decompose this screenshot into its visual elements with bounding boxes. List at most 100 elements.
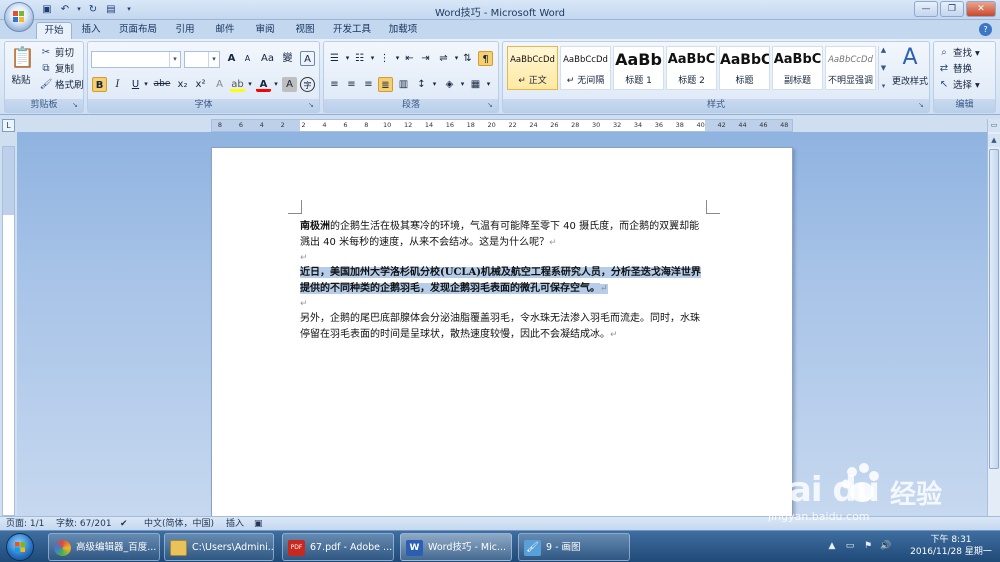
minimize-button[interactable]: — [914,1,938,17]
help-icon[interactable]: ? [979,23,992,36]
vertical-ruler[interactable] [2,146,15,516]
superscript-button[interactable]: x² [192,77,209,92]
tab-mailings[interactable]: 邮件 [210,22,240,39]
tab-developer[interactable]: 开发工具 [328,22,376,39]
close-button[interactable]: ✕ [966,1,996,17]
highlight-dropdown[interactable]: ▾ [246,77,254,92]
office-button[interactable] [4,2,34,32]
replace-button[interactable]: ⇄ 替换 [937,61,972,76]
view-ruler-icon[interactable]: ▭ [988,119,1000,132]
tab-page-layout[interactable]: 页面布局 [114,22,162,39]
start-button[interactable] [6,533,34,561]
sort-button[interactable]: ⇅ [460,51,475,66]
change-case-button[interactable]: Aa [260,51,275,66]
subscript-button[interactable]: x₂ [174,77,191,92]
document-page[interactable]: 南极洲的企鹅生活在极其寒冷的环境，气温有可能降至零下 40 摄氏度，而企鹅的双翼… [211,147,793,517]
tab-selector-icon[interactable]: L [2,119,15,132]
font-color-button[interactable]: A [256,77,271,92]
cut-button[interactable]: ✂ 剪切 [39,45,74,60]
vertical-scrollbar[interactable]: ▭ ▲ [987,119,1000,516]
font-color-dropdown[interactable]: ▾ [272,77,280,92]
taskbar-item-browser[interactable]: 高级编辑器_百度... [48,533,160,561]
empty-paragraph[interactable]: ↵ [300,296,706,312]
strikethrough-button[interactable]: abe [152,77,172,92]
style-normal[interactable]: AaBbCcDd ↵ 正文 [507,46,558,90]
shrink-font-button[interactable]: A [240,51,255,66]
insert-mode[interactable]: 插入 [226,517,244,531]
copy-button[interactable]: ⧉ 复制 [39,61,74,76]
increase-indent-button[interactable]: ⇥ [418,51,433,66]
underline-button[interactable]: U [128,77,143,92]
style-heading-1[interactable]: AaBb 标题 1 [613,46,664,90]
taskbar-item-word[interactable]: W Word技巧 - Mic... [400,533,512,561]
font-size-combo[interactable]: ▾ [184,51,220,68]
style-heading-2[interactable]: AaBbC 标题 2 [666,46,717,90]
underline-dropdown[interactable]: ▾ [142,77,150,92]
chinese-layout-button[interactable]: ⇌ ▾ [436,51,460,66]
scrollbar-thumb[interactable] [989,149,999,469]
tab-view[interactable]: 视图 [290,22,320,39]
font-name-combo[interactable]: ▾ [91,51,181,68]
paste-button[interactable]: 📋 粘贴 [9,44,35,86]
character-shading-button[interactable]: A [282,77,297,92]
show-marks-button[interactable]: ¶ [478,51,493,66]
bold-button[interactable]: B [92,77,107,92]
taskbar-item-paint[interactable]: 🖌 9 - 画图 [518,533,630,561]
align-center-button[interactable]: ≡ [344,77,359,92]
tab-references[interactable]: 引用 [170,22,200,39]
style-no-spacing[interactable]: AaBbCcDd ↵ 无间隔 [560,46,611,90]
find-button[interactable]: ⌕ 查找 ▾ [937,45,980,60]
enclose-characters-button[interactable]: 字 [300,77,315,92]
change-styles-button[interactable]: A 更改样式 [891,44,929,87]
numbering-button[interactable]: ☷ ▾ [352,51,376,66]
styles-launcher-icon[interactable]: ↘ [918,101,927,110]
line-spacing-button[interactable]: ↕ ▾ [414,77,438,92]
font-launcher-icon[interactable]: ↘ [308,101,317,110]
borders-button[interactable]: ▦ ▾ [468,77,492,92]
show-hidden-icons-icon[interactable]: ▲ [826,540,838,552]
taskbar-item-explorer[interactable]: C:\Users\Admini... [164,533,274,561]
align-right-button[interactable]: ≡ [361,77,376,92]
word-count[interactable]: 字数: 67/201 [56,517,112,531]
shading-button[interactable]: ◈ ▾ [442,77,466,92]
paragraph-3[interactable]: 另外，企鹅的尾巴底部腺体会分泌油脂覆盖羽毛，令水珠无法渗入羽毛而流走。同时，水珠… [300,311,706,343]
style-subtle-emphasis[interactable]: AaBbCcDd 不明显强调 [825,46,876,90]
network-icon[interactable]: ▭ [844,540,856,552]
text-effects-button[interactable]: A [212,77,227,92]
distributed-button[interactable]: ▥ [396,77,411,92]
style-subtitle[interactable]: AaBbC 副标题 [772,46,823,90]
tab-insert[interactable]: 插入 [76,22,106,39]
justify-button[interactable]: ≣ [378,77,393,92]
style-title[interactable]: AaBbC 标题 [719,46,770,90]
tab-review[interactable]: 审阅 [250,22,280,39]
highlight-button[interactable]: ab [230,77,245,92]
paragraph-1[interactable]: 南极洲的企鹅生活在极其寒冷的环境，气温有可能降至零下 40 摄氏度，而企鹅的双翼… [300,219,706,251]
horizontal-ruler[interactable]: 8 6 4 2 2 4 6 8 10 12 14 16 18 20 22 24 26 28 30 32 34 36 38 40… [211,119,793,132]
tab-add-ins[interactable]: 加载项 [384,22,422,39]
multilevel-list-button[interactable]: ⋮ ▾ [377,51,401,66]
paragraph-launcher-icon[interactable]: ↘ [487,101,496,110]
page-count[interactable]: 页面: 1/1 [6,517,44,531]
flag-icon[interactable]: ⚑ [862,540,874,552]
clipboard-launcher-icon[interactable]: ↘ [72,101,81,110]
grow-font-button[interactable]: A [224,51,239,66]
language-indicator[interactable]: 中文(简体，中国) [144,517,214,531]
proofing-icon[interactable]: ✔ [120,517,128,531]
empty-paragraph[interactable]: ↵ [300,250,706,266]
clock[interactable]: 下午 8:31 2016/11/28 星期一 [908,534,994,558]
italic-button[interactable]: I [110,77,125,92]
bullets-button[interactable]: ☰ ▾ [327,51,351,66]
format-painter-button[interactable]: 🖌 格式刷 [39,77,84,92]
decrease-indent-button[interactable]: ⇤ [402,51,417,66]
align-left-button[interactable]: ≡ [327,77,342,92]
select-button[interactable]: ↖ 选择 ▾ [937,77,980,92]
phonetic-guide-button[interactable]: 變 [280,51,295,66]
scroll-up-icon[interactable]: ▲ [988,134,1000,147]
clear-formatting-button[interactable]: A [300,51,315,66]
styles-scroll[interactable]: ▲ ▼ ▾ [878,46,888,90]
paragraph-2-selected[interactable]: 近日，美国加州大学洛杉矶分校(UCLA)机械及航空工程系研究人员，分析圣迭戈海洋… [300,265,706,297]
taskbar-item-pdf[interactable]: PDF 67.pdf - Adobe ... [282,533,394,561]
macro-record-icon[interactable]: ▣ [254,517,263,531]
maximize-button[interactable]: ❐ [940,1,964,17]
tab-home[interactable]: 开始 [36,22,72,39]
